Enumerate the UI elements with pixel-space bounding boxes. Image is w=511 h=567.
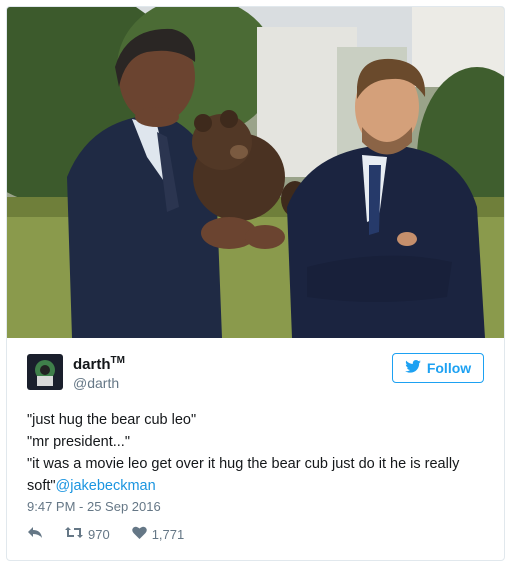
display-name-text[interactable]: darth xyxy=(73,356,111,373)
follow-button[interactable]: Follow xyxy=(392,353,484,383)
like-button[interactable]: 1,771 xyxy=(131,526,185,542)
heart-icon xyxy=(131,526,147,542)
tweet-actions: 970 1,771 xyxy=(27,526,206,542)
tweet-text: "just hug the bear cub leo" "mr presiden… xyxy=(27,409,487,497)
tweet-line-2: "mr president..." xyxy=(27,434,130,450)
reply-button[interactable] xyxy=(27,526,43,542)
tweet-line-1: "just hug the bear cub leo" xyxy=(27,412,197,428)
tweet-card: darthTM @darth Follow "just hug the bear… xyxy=(6,6,505,561)
retweet-icon xyxy=(65,526,83,542)
timestamp[interactable]: 9:47 PM - 25 Sep 2016 xyxy=(27,499,161,514)
twitter-bird-icon xyxy=(405,360,421,376)
retweet-count: 970 xyxy=(88,526,110,542)
user-handle[interactable]: @darth xyxy=(73,375,119,391)
mention-link[interactable]: @jakebeckman xyxy=(56,478,156,494)
reply-icon xyxy=(27,526,43,542)
avatar[interactable] xyxy=(27,354,63,390)
tweet-line-3: "it was a movie leo get over it hug the … xyxy=(27,453,487,497)
like-count: 1,771 xyxy=(151,526,185,542)
display-name[interactable]: darthTM xyxy=(73,355,125,373)
tweet-photo[interactable] xyxy=(7,7,504,338)
follow-label: Follow xyxy=(426,360,472,376)
retweet-button[interactable]: 970 xyxy=(65,526,110,542)
trademark-mark: TM xyxy=(110,355,125,366)
